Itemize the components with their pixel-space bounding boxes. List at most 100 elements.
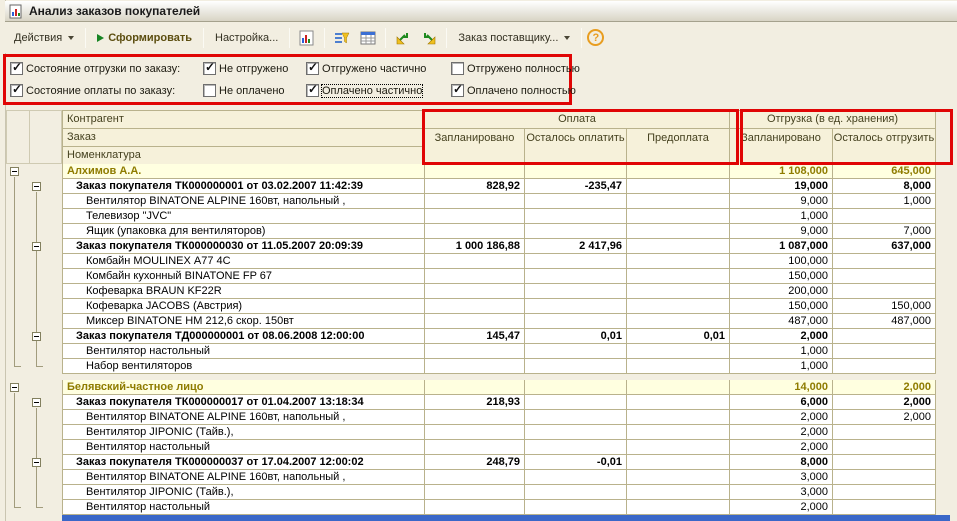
cell-number[interactable] <box>525 314 627 329</box>
cell-number[interactable] <box>525 410 627 425</box>
filter-option[interactable]: Отгружено частично <box>306 62 426 75</box>
supplier-order-button[interactable]: Заказ поставщику... <box>452 27 576 49</box>
checkbox-icon[interactable] <box>306 62 319 75</box>
cell-number[interactable] <box>627 440 730 455</box>
cell-number[interactable]: 637,000 <box>833 239 936 254</box>
table-row-group[interactable]: Алхимов А.А.1 108,000645,000 <box>6 164 936 179</box>
cell-number[interactable] <box>627 224 730 239</box>
checkbox-icon[interactable] <box>451 84 464 97</box>
cell-number[interactable] <box>425 344 525 359</box>
cell-number[interactable]: 1,000 <box>730 344 833 359</box>
cell-number[interactable] <box>627 485 730 500</box>
cell-number[interactable]: 6,000 <box>730 395 833 410</box>
cell-name[interactable]: Белявский-частное лицо <box>62 380 425 395</box>
cell-number[interactable] <box>425 284 525 299</box>
cell-number[interactable]: 150,000 <box>833 299 936 314</box>
cell-number[interactable] <box>627 395 730 410</box>
cell-number[interactable] <box>627 269 730 284</box>
help-icon[interactable]: ? <box>587 29 604 46</box>
collapse-node-icon[interactable] <box>10 383 19 392</box>
cell-number[interactable] <box>525 395 627 410</box>
collapse-node-icon[interactable] <box>32 242 41 251</box>
cell-name[interactable]: Вентилятор настольный <box>62 344 425 359</box>
filter-row-toggle[interactable]: Состояние отгрузки по заказу: <box>10 62 180 75</box>
cell-name[interactable]: Вентилятор BINATONE ALPINE 160вт, наполь… <box>62 194 425 209</box>
cell-number[interactable]: 2,000 <box>730 329 833 344</box>
collapse-node-icon[interactable] <box>32 332 41 341</box>
checkbox-icon[interactable] <box>203 84 216 97</box>
cell-number[interactable] <box>425 299 525 314</box>
cell-number[interactable] <box>525 224 627 239</box>
cell-name[interactable]: Заказ покупателя ТК000000037 от 17.04.20… <box>62 455 425 470</box>
filter-option[interactable]: Оплачено полностью <box>451 84 576 97</box>
cell-number[interactable]: 1,000 <box>833 194 936 209</box>
cell-number[interactable] <box>627 425 730 440</box>
cell-number[interactable] <box>525 269 627 284</box>
cell-number[interactable] <box>525 470 627 485</box>
checkbox-icon[interactable] <box>10 62 23 75</box>
cell-name[interactable]: Вентилятор JIPONIC (Тайв.), <box>62 485 425 500</box>
cell-name[interactable]: Ящик (упаковка для вентиляторов) <box>62 224 425 239</box>
cell-number[interactable] <box>627 164 730 179</box>
cell-name[interactable]: Заказ покупателя ТК000000017 от 01.04.20… <box>62 395 425 410</box>
cell-number[interactable] <box>425 314 525 329</box>
table-row-item[interactable]: Вентилятор BINATONE ALPINE 160вт, наполь… <box>6 194 936 209</box>
table-row-order[interactable]: Заказ покупателя ТК000000001 от 03.02.20… <box>6 179 936 194</box>
table-row-item[interactable]: Вентилятор JIPONIC (Тайв.),2,000 <box>6 425 936 440</box>
table-fields-button[interactable] <box>356 27 380 49</box>
collapse-node-icon[interactable] <box>32 398 41 407</box>
cell-number[interactable] <box>833 425 936 440</box>
cell-name[interactable]: Вентилятор BINATONE ALPINE 160вт, наполь… <box>62 410 425 425</box>
cell-number[interactable] <box>833 329 936 344</box>
cell-number[interactable] <box>627 455 730 470</box>
cell-number[interactable] <box>627 500 730 515</box>
cell-number[interactable]: 2,000 <box>833 380 936 395</box>
table-row-item[interactable]: Кофеварка BRAUN KF22R200,000 <box>6 284 936 299</box>
cell-number[interactable] <box>525 359 627 374</box>
cell-number[interactable] <box>833 359 936 374</box>
table-row-order[interactable]: Заказ покупателя ТК000000037 от 17.04.20… <box>6 455 936 470</box>
cell-number[interactable] <box>425 164 525 179</box>
cell-number[interactable]: 19,000 <box>730 179 833 194</box>
table-row-item[interactable]: Вентилятор настольный 1,000 <box>6 344 936 359</box>
cell-number[interactable]: 14,000 <box>730 380 833 395</box>
table-row-item[interactable]: Комбайн кухонный BINATONE FP 67150,000 <box>6 269 936 284</box>
cell-number[interactable]: 828,92 <box>425 179 525 194</box>
table-row-item[interactable]: Кофеварка JACOBS (Австрия)150,000150,000 <box>6 299 936 314</box>
cell-number[interactable] <box>525 254 627 269</box>
table-row-item[interactable]: Вентилятор JIPONIC (Тайв.),3,000 <box>6 485 936 500</box>
cell-number[interactable] <box>833 284 936 299</box>
cell-number[interactable]: 1 087,000 <box>730 239 833 254</box>
cell-number[interactable]: 1,000 <box>730 209 833 224</box>
cell-number[interactable] <box>525 194 627 209</box>
table-row-order[interactable]: Заказ покупателя ТД000000001 от 08.06.20… <box>6 329 936 344</box>
cell-number[interactable] <box>627 179 730 194</box>
cell-number[interactable]: 2,000 <box>833 395 936 410</box>
cell-name[interactable]: Миксер BINATONE HM 212,6 скор. 150вт <box>62 314 425 329</box>
table-row-item[interactable]: Вентилятор настольный2,000 <box>6 440 936 455</box>
collapse-groups-button[interactable] <box>391 27 415 49</box>
cell-number[interactable]: 2,000 <box>833 410 936 425</box>
cell-name[interactable]: Кофеварка BRAUN KF22R <box>62 284 425 299</box>
table-row-group[interactable]: Белявский-частное лицо 14,0002,000 <box>6 380 936 395</box>
cell-number[interactable] <box>525 209 627 224</box>
cell-number[interactable] <box>425 410 525 425</box>
cell-number[interactable] <box>525 500 627 515</box>
cell-number[interactable] <box>525 440 627 455</box>
cell-number[interactable] <box>525 425 627 440</box>
checkbox-icon[interactable] <box>451 62 464 75</box>
filter-row-toggle[interactable]: Состояние оплаты по заказу: <box>10 84 175 97</box>
filter-option[interactable]: Не оплачено <box>203 84 285 97</box>
cell-number[interactable] <box>833 209 936 224</box>
cell-number[interactable] <box>627 344 730 359</box>
cell-number[interactable]: 9,000 <box>730 224 833 239</box>
cell-number[interactable] <box>627 359 730 374</box>
cell-number[interactable] <box>425 209 525 224</box>
generate-button[interactable]: Сформировать <box>91 27 198 49</box>
cell-number[interactable]: 8,000 <box>730 455 833 470</box>
cell-number[interactable] <box>833 344 936 359</box>
cell-number[interactable] <box>525 344 627 359</box>
cell-number[interactable] <box>627 299 730 314</box>
cell-name[interactable]: Комбайн MOULINEX А77 4С <box>62 254 425 269</box>
cell-number[interactable]: 150,000 <box>730 299 833 314</box>
